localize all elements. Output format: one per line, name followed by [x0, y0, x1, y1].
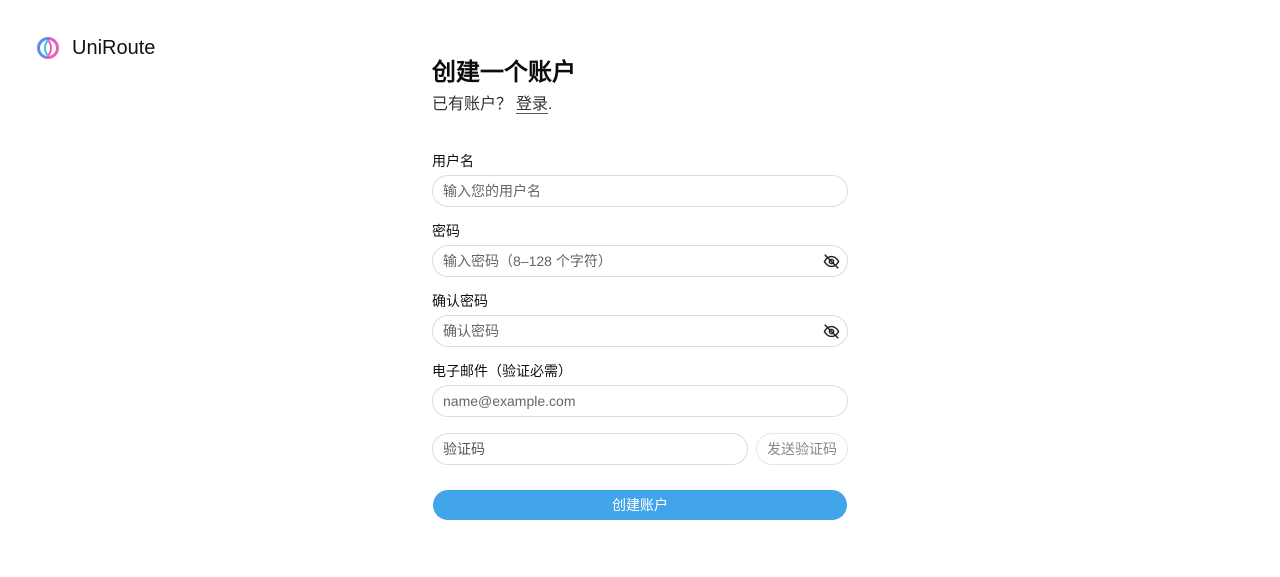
verification-row: 发送验证码	[432, 433, 848, 465]
uniroute-logo-icon	[37, 37, 59, 59]
password-input[interactable]	[433, 246, 821, 276]
password-label: 密码	[432, 223, 460, 239]
email-input[interactable]	[433, 386, 847, 416]
username-input[interactable]	[433, 176, 847, 206]
create-account-button[interactable]: 创建账户	[433, 490, 847, 520]
confirm-password-input[interactable]	[433, 316, 821, 346]
send-code-button[interactable]: 发送验证码	[756, 433, 848, 465]
password-field[interactable]	[432, 245, 848, 277]
eye-off-icon	[823, 323, 839, 339]
signup-form: 创建一个账户 已有账户？登录. 用户名 密码 确认密码 电子邮件（验证必需）	[432, 56, 848, 520]
brand-name: UniRoute	[72, 36, 156, 59]
brand[interactable]: UniRoute	[37, 37, 155, 59]
confirm-password-field[interactable]	[432, 315, 848, 347]
confirm-password-visibility-toggle[interactable]	[821, 321, 841, 341]
verification-code-field[interactable]	[432, 433, 748, 465]
login-link[interactable]: 登录	[516, 96, 549, 114]
eye-off-icon	[823, 253, 839, 269]
login-suffix: .	[548, 96, 553, 113]
email-label: 电子邮件（验证必需）	[432, 363, 572, 379]
verification-code-input[interactable]	[433, 434, 747, 464]
have-account-text: 已有账户？	[432, 96, 513, 113]
page-title: 创建一个账户	[432, 59, 576, 86]
have-account-line: 已有账户？ 登录.	[432, 94, 848, 116]
confirm-password-label: 确认密码	[432, 293, 488, 309]
password-visibility-toggle[interactable]	[821, 251, 841, 271]
username-field[interactable]	[432, 175, 848, 207]
username-label: 用户名	[432, 153, 474, 169]
email-field[interactable]	[432, 385, 848, 417]
